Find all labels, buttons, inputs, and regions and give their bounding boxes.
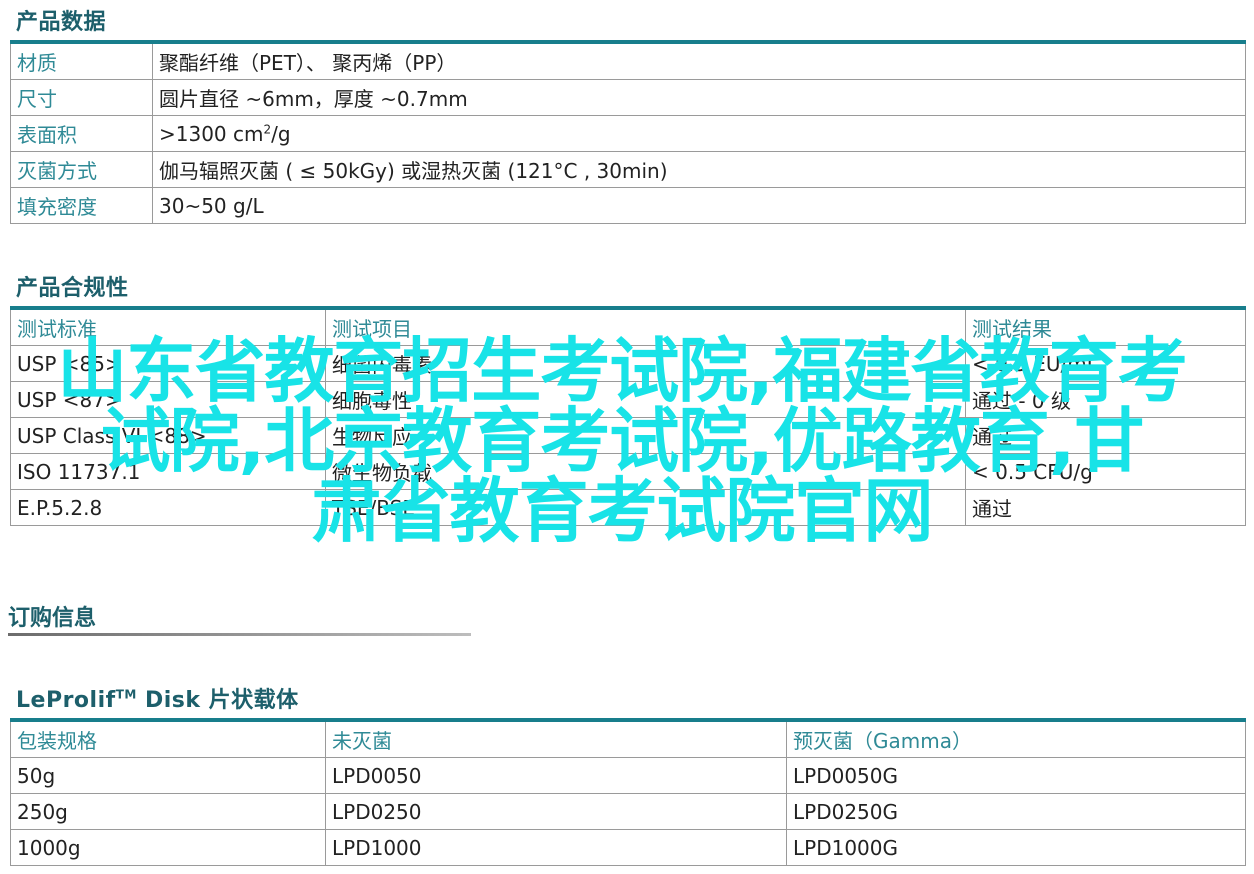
row-label: 材质 xyxy=(10,41,153,80)
row-label: 灭菌方式 xyxy=(10,151,153,188)
compliance-title: 产品合规性 xyxy=(16,276,129,301)
leprolif-subtitle: Disk 片状载体 xyxy=(136,688,299,713)
watermark-line: 试院,北京教育考试院,优路教育,甘 xyxy=(100,400,1145,482)
surface-area-exponent: 2 xyxy=(263,121,272,136)
ordering-title: 订购信息 xyxy=(8,606,97,631)
column-header: 未灭菌 xyxy=(325,719,787,758)
leprolif-name: LeProlif xyxy=(16,688,116,713)
row-value: 伽马辐照灭菌 ( ≤ 50kGy) 或湿热灭菌 (121°C , 30min) xyxy=(152,151,1246,188)
surface-area-value: >1300 cm xyxy=(159,121,264,146)
ordering-table: 包装规格 未灭菌 预灭菌（Gamma） 50g LPD0050 LPD0050G… xyxy=(10,718,1246,866)
table-row: 灭菌方式 伽马辐照灭菌 ( ≤ 50kGy) 或湿热灭菌 (121°C , 30… xyxy=(10,151,1246,188)
table-cell: 250g xyxy=(10,793,326,830)
table-cell: LPD1000 xyxy=(325,829,787,866)
watermark-overlay: 山东省教育招生考试院,福建省教育考 试院,北京教育考试院,优路教育,甘 肃省教育… xyxy=(22,336,1222,546)
watermark-line: 肃省教育考试院官网 xyxy=(311,470,934,552)
product-data-table: 材质 聚酯纤维（PET）、 聚丙烯（PP） 尺寸 圆片直径 ~6mm，厚度 ~0… xyxy=(10,40,1246,224)
row-value: >1300 cm2/g xyxy=(152,115,1246,152)
table-row: 50g LPD0050 LPD0050G xyxy=(10,757,1246,794)
trademark-mark: TM xyxy=(115,687,137,702)
table-row: 250g LPD0250 LPD0250G xyxy=(10,793,1246,830)
table-cell: LPD0050 xyxy=(325,757,787,794)
table-cell: LPD1000G xyxy=(786,829,1246,866)
surface-area-unit: /g xyxy=(271,121,291,146)
leprolif-title: LeProlifTM Disk 片状载体 xyxy=(16,682,299,714)
table-cell: LPD0250G xyxy=(786,793,1246,830)
table-cell: LPD0050G xyxy=(786,757,1246,794)
column-header: 包装规格 xyxy=(10,719,326,758)
watermark-line: 山东省教育招生考试院,福建省教育考 xyxy=(57,330,1188,412)
table-header-row: 包装规格 未灭菌 预灭菌（Gamma） xyxy=(10,719,1246,758)
table-row: 尺寸 圆片直径 ~6mm，厚度 ~0.7mm xyxy=(10,79,1246,116)
table-cell: LPD0250 xyxy=(325,793,787,830)
row-value: 30~50 g/L xyxy=(152,187,1246,224)
table-row: 1000g LPD1000 LPD1000G xyxy=(10,829,1246,866)
table-row: 表面积 >1300 cm2/g xyxy=(10,115,1246,152)
table-row: 材质 聚酯纤维（PET）、 聚丙烯（PP） xyxy=(10,41,1246,80)
table-cell: 1000g xyxy=(10,829,326,866)
product-data-title: 产品数据 xyxy=(16,10,107,35)
ordering-divider xyxy=(8,633,471,636)
table-cell: 50g xyxy=(10,757,326,794)
table-row: 填充密度 30~50 g/L xyxy=(10,187,1246,224)
row-value: 聚酯纤维（PET）、 聚丙烯（PP） xyxy=(152,41,1246,80)
row-label: 表面积 xyxy=(10,115,153,152)
column-header: 预灭菌（Gamma） xyxy=(786,719,1246,758)
row-label: 填充密度 xyxy=(10,187,153,224)
row-value: 圆片直径 ~6mm，厚度 ~0.7mm xyxy=(152,79,1246,116)
row-label: 尺寸 xyxy=(10,79,153,116)
